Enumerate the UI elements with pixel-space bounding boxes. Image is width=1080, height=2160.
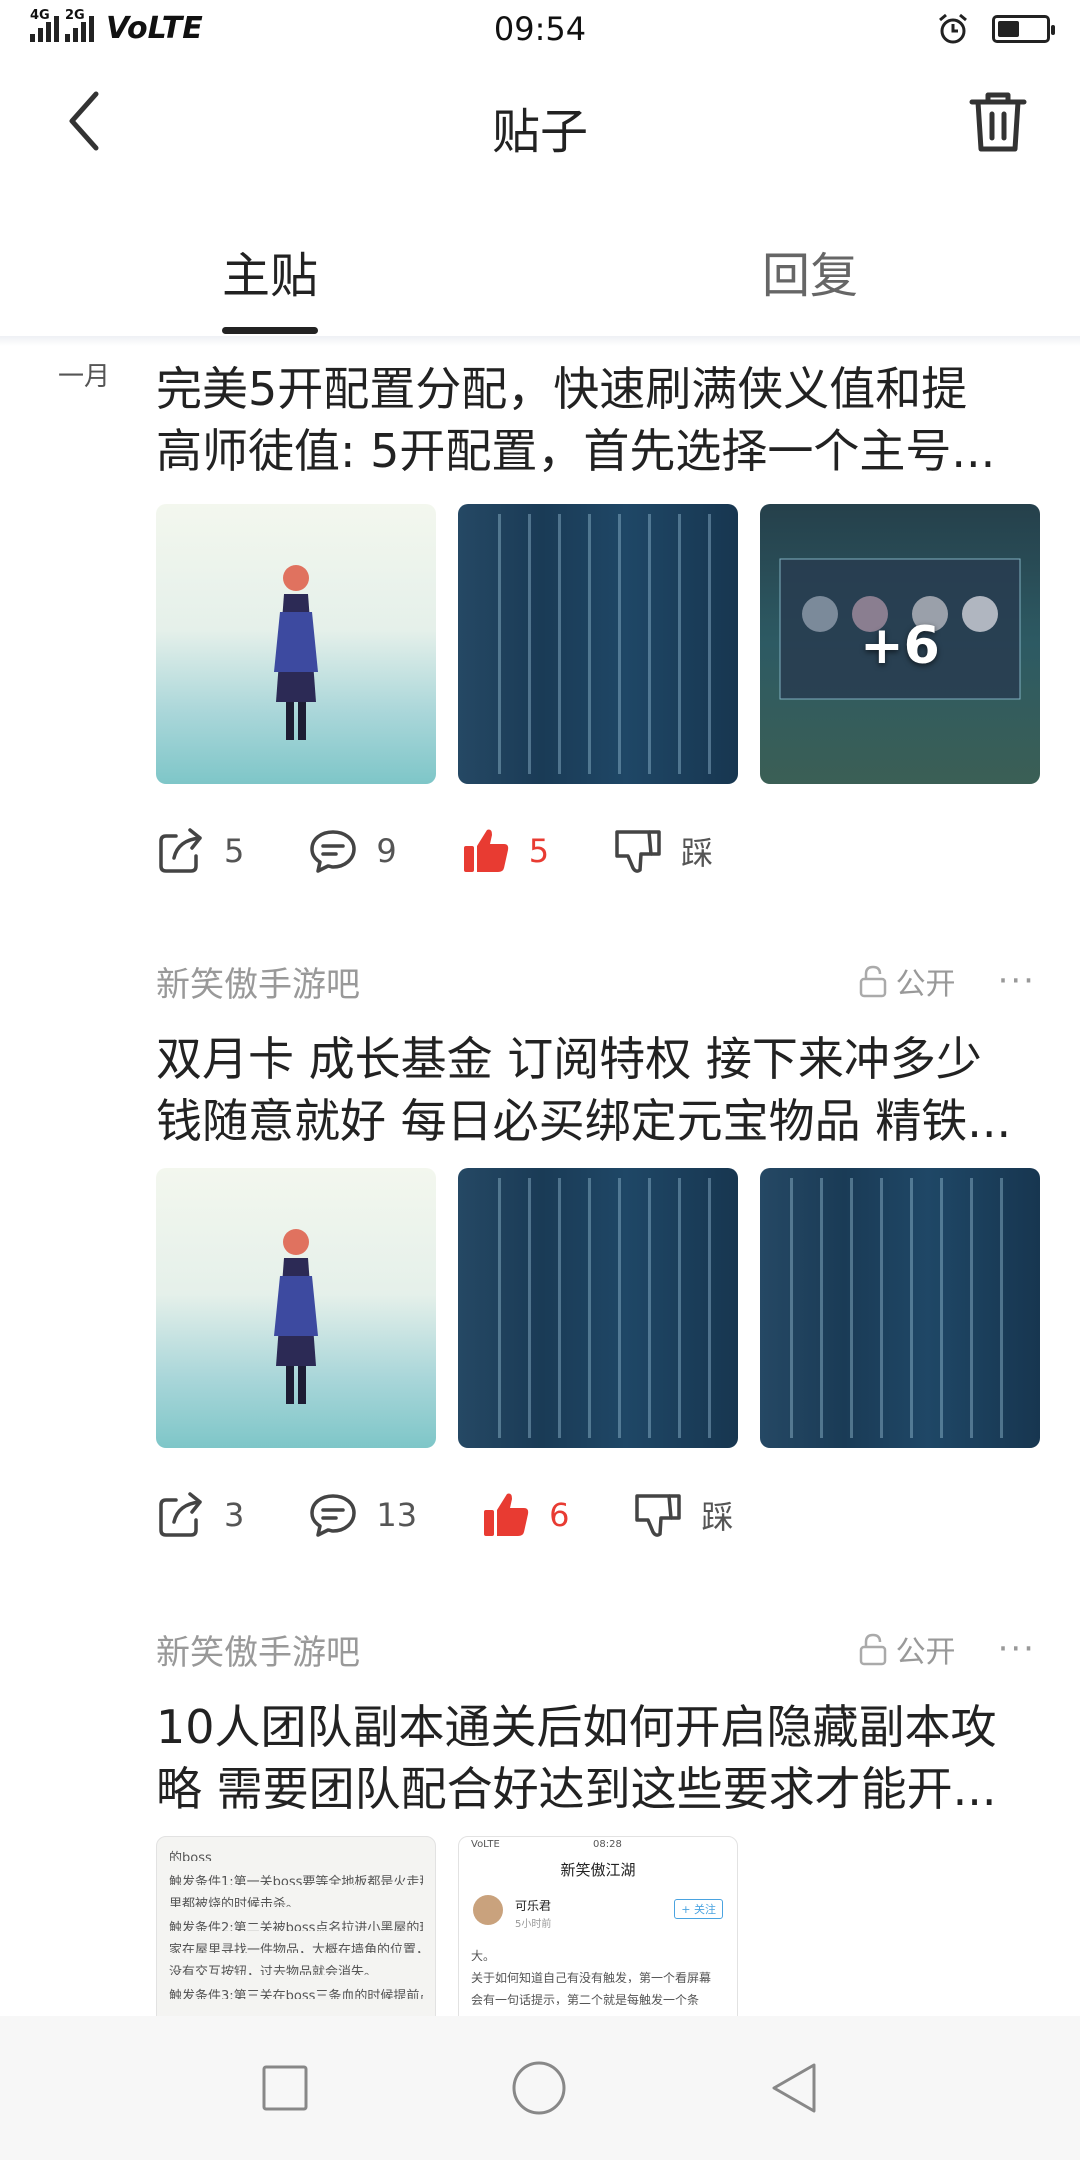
like-button[interactable]: 6 — [481, 1490, 569, 1540]
post-meta: 新笑傲手游吧 公开 ··· — [156, 956, 1036, 1006]
thumbs-up-icon — [463, 829, 508, 872]
post-title-line: 钱随意就好 每日必买绑定元宝物品 精铁... — [156, 1094, 1012, 1148]
post-image[interactable]: VoLTE 08:28 新笑傲江湖 可乐君 5小时前 + 关注 大。 关于如何知… — [458, 1836, 738, 2016]
dislike-button[interactable]: 踩 — [633, 1490, 733, 1540]
share-icon — [159, 828, 202, 873]
preview-text-line: 大。 — [471, 1949, 496, 1961]
dislike-label: 踩 — [681, 834, 714, 872]
post-title[interactable]: 完美5开配置分配，快速刷满侠义值和提 高师徒值: 5开配置，首先选择一个主号..… — [156, 358, 1036, 482]
comment-icon — [310, 1494, 357, 1537]
post-image[interactable]: 的boss 触发条件1:第一关boss要等全地板都是火走那 里都被烧的时候击杀。… — [156, 1836, 436, 2016]
recent-apps-icon[interactable] — [262, 2065, 308, 2111]
lock-icon — [859, 1633, 886, 1666]
more-options-icon[interactable]: ··· — [998, 1629, 1036, 1669]
post-image[interactable] — [458, 504, 738, 784]
post-title-line: 完美5开配置分配，快速刷满侠义值和提 — [156, 362, 968, 416]
system-nav-bar — [0, 2016, 1080, 2160]
dislike-label: 踩 — [701, 1498, 734, 1536]
more-options-icon[interactable]: ··· — [998, 961, 1036, 1001]
share-count: 5 — [224, 832, 245, 870]
active-tab-indicator — [222, 327, 318, 334]
trash-icon[interactable] — [968, 90, 1028, 154]
post-actions: 3 13 6 踩 — [156, 1480, 1036, 1550]
character-figure — [274, 1229, 318, 1404]
share-button[interactable]: 5 — [156, 826, 244, 876]
like-count: 5 — [528, 832, 550, 870]
preview-text-line: 会有一句话提示，第二个就是每触发一个条 — [471, 1993, 700, 2005]
divider — [0, 336, 1080, 346]
preview-follow-button: + 关注 — [674, 1899, 723, 1919]
visibility-label: 公开 — [895, 1635, 956, 1670]
doc-text-line: 里都被烧的时候击杀。 — [169, 1897, 300, 1907]
like-button[interactable]: 5 — [461, 826, 549, 876]
preview-status-time: 08:28 — [593, 1839, 622, 1850]
post-date: 一月 — [58, 362, 111, 392]
visibility-status[interactable]: 公开 — [858, 1627, 956, 1671]
preview-forum-title: 新笑傲江湖 — [560, 1861, 636, 1879]
doc-text-line: 的boss — [169, 1851, 212, 1861]
page-title: 贴子 — [491, 104, 588, 160]
post-image[interactable]: +6 — [760, 504, 1040, 784]
comment-button[interactable]: 13 — [308, 1490, 417, 1540]
doc-text-line: 没有交互按钮，过去物品就会消失。 — [169, 1965, 378, 1975]
more-images-count: +6 — [860, 616, 940, 676]
post-image[interactable] — [156, 504, 436, 784]
nav-back-icon[interactable] — [770, 2062, 818, 2114]
post-images: 的boss 触发条件1:第一关boss要等全地板都是火走那 里都被烧的时候击杀。… — [156, 1836, 738, 2016]
visibility-status[interactable]: 公开 — [858, 959, 956, 1003]
post-image[interactable] — [156, 1168, 436, 1448]
comment-button[interactable]: 9 — [308, 826, 397, 876]
share-icon — [159, 1492, 202, 1537]
doc-text-line: 家在屋里寻找一件物品，大概在墙角的位置， — [169, 1943, 423, 1953]
tab-label: 回复 — [761, 248, 858, 304]
doc-text-line: 触发条件1:第一关boss要等全地板都是火走那 — [169, 1875, 423, 1885]
preview-status: VoLTE 08:28 — [471, 1839, 725, 1853]
comment-icon — [310, 830, 357, 873]
post-images: +6 — [156, 504, 1040, 784]
preview-avatar — [473, 1895, 503, 1925]
forum-name[interactable]: 新笑傲手游吧 — [156, 1625, 858, 1674]
forum-name[interactable]: 新笑傲手游吧 — [156, 957, 858, 1006]
status-bar: 4G 2G VoLTE 09:54 — [0, 0, 1080, 56]
tab-bar: 主贴 回复 — [0, 186, 1080, 336]
post-title[interactable]: 10人团队副本通关后如何开启隐藏副本攻 略 需要团队配合好达到这些要求才能开..… — [156, 1696, 1036, 1820]
comment-count: 9 — [376, 832, 397, 870]
like-count: 6 — [549, 1496, 570, 1534]
alarm-icon — [939, 13, 967, 44]
battery-icon — [992, 15, 1055, 43]
share-button[interactable]: 3 — [156, 1490, 244, 1540]
doc-text-line: 触发条件2:第二关被boss点名拉进小黑屋的玩 — [169, 1921, 423, 1931]
character-figure — [274, 565, 318, 740]
preview-status-network: VoLTE — [471, 1839, 500, 1850]
post-image[interactable] — [458, 1168, 738, 1448]
share-count: 3 — [224, 1496, 245, 1534]
tab-main-posts[interactable]: 主贴 — [0, 186, 540, 336]
post-images — [156, 1168, 1040, 1448]
tab-replies[interactable]: 回复 — [540, 186, 1080, 336]
post-actions: 5 9 5 踩 — [156, 816, 1036, 886]
post-title-line: 高师徒值: 5开配置，首先选择一个主号... — [156, 424, 996, 478]
visibility-label: 公开 — [895, 967, 956, 1002]
home-icon[interactable] — [511, 2060, 567, 2116]
dislike-button[interactable]: 踩 — [613, 826, 713, 876]
post-feed[interactable]: 一月 完美5开配置分配，快速刷满侠义值和提 高师徒值: 5开配置，首先选择一个主… — [0, 346, 1080, 2016]
app-header: 贴子 — [0, 56, 1080, 186]
post-title[interactable]: 双月卡 成长基金 订阅特权 接下来冲多少 钱随意就好 每日必买绑定元宝物品 精铁… — [156, 1028, 1036, 1152]
preview-text-line: 关于如何知道自己有没有触发，第一个看屏幕 — [471, 1971, 712, 1983]
thumbs-down-icon — [635, 1494, 682, 1537]
post-image[interactable] — [760, 1168, 1040, 1448]
doc-text-line: 触发条件3:第三关在boss三条血的时候提前占 — [169, 1989, 423, 1999]
tab-label: 主贴 — [221, 248, 318, 304]
clock: 09:54 — [493, 10, 587, 48]
post-meta: 新笑傲手游吧 公开 ··· — [156, 1624, 1036, 1674]
lock-icon — [859, 965, 886, 998]
post-title-line: 10人团队副本通关后如何开启隐藏副本攻 — [156, 1700, 997, 1754]
post-title-line: 双月卡 成长基金 订阅特权 接下来冲多少 — [156, 1032, 982, 1086]
thumbs-down-icon — [615, 830, 661, 873]
post-title-line: 略 需要团队配合好达到这些要求才能开... — [156, 1762, 997, 1816]
thumbs-up-icon — [484, 1493, 529, 1536]
comment-count: 13 — [376, 1496, 418, 1534]
